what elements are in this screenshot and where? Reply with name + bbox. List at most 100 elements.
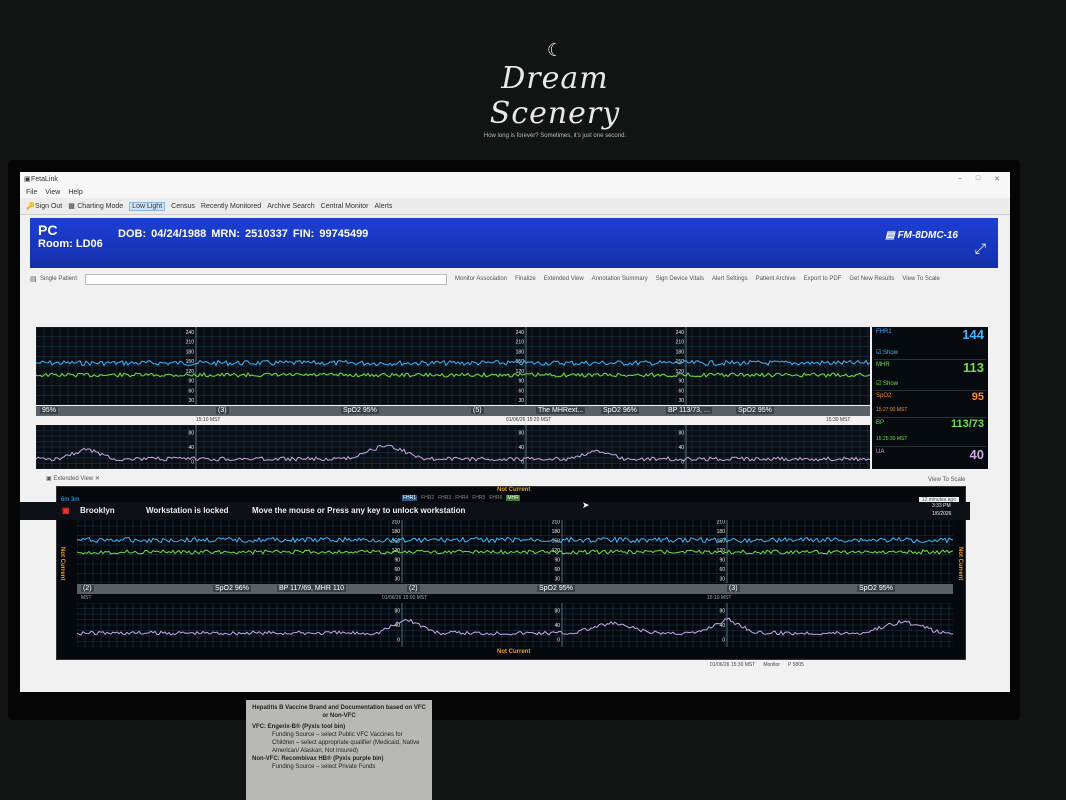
expand-icon[interactable]: ⤢ <box>975 240 986 257</box>
waveform <box>77 536 953 544</box>
patient-selector[interactable] <box>85 273 448 285</box>
tick-label: 40 <box>678 445 684 451</box>
moon-icon: ☾ <box>546 40 564 61</box>
close-button[interactable]: ✕ <box>994 175 1000 183</box>
tick-label: 40 <box>188 445 194 451</box>
annotation[interactable]: BP 117/69, MHR 110 <box>277 585 346 592</box>
waveform <box>77 549 953 555</box>
waveform <box>77 617 953 636</box>
census-button[interactable]: Census <box>171 203 195 210</box>
channel-fhr6[interactable]: FHR6 <box>489 495 502 501</box>
annotation[interactable]: (3) <box>216 407 229 414</box>
view-toolbar: ▤ Single Patient Monitor Association Fina… <box>30 272 998 286</box>
annotation[interactable]: SpO2 95% <box>537 585 575 592</box>
waveform <box>36 444 870 462</box>
low-light-label: Low Light <box>132 202 163 210</box>
not-current-right: Not Current <box>957 547 963 581</box>
bp-time: 15:25:30 MST <box>876 436 908 442</box>
taskbar-user[interactable]: Brooklyn <box>80 506 115 515</box>
annotation[interactable]: (2) <box>407 585 420 592</box>
annotation[interactable]: (2) <box>81 585 94 592</box>
menu-file[interactable]: File <box>26 189 37 196</box>
annotation[interactable]: SpO2 96% <box>601 407 639 414</box>
tick-label: 180 <box>552 529 561 535</box>
show-label: Show <box>883 350 899 356</box>
tick-label: 240 <box>516 330 525 336</box>
fhr1-label: FHR1 <box>876 329 892 335</box>
channel-fhr3[interactable]: FHR3 <box>438 495 451 501</box>
alert-settings-button[interactable]: Alert Settings <box>712 276 748 282</box>
annotation[interactable]: (5) <box>471 407 484 414</box>
export-pdf-button[interactable]: Export to PDF <box>804 276 842 282</box>
patient-ids: DOB: 04/24/1988 MRN: 2510337 FIN: 997454… <box>118 228 369 240</box>
tab-extended-view[interactable]: ▣ Extended View ✕ <box>46 475 100 482</box>
archive-search-button[interactable]: Archive Search <box>267 203 314 210</box>
tick-label: 180 <box>717 529 726 535</box>
time-axis-extended: MST 01/06/26 15:00 MST 15:10 MST <box>77 595 953 603</box>
view-to-scale-dropdown[interactable]: View To Scale <box>902 276 939 282</box>
tick-label: 180 <box>516 349 525 355</box>
status-line: 01/06/26 15:30 MST Monitor P 5805 <box>710 662 804 668</box>
recently-monitored-button[interactable]: Recently Monitored <box>201 203 261 210</box>
charting-mode-button[interactable]: ▦ Charting Mode <box>68 203 123 210</box>
channel-fhr5[interactable]: FHR5 <box>472 495 485 501</box>
tick-label: 60 <box>518 388 524 394</box>
channel-fhr2[interactable]: FHR2 <box>421 495 434 501</box>
tick-label: 60 <box>554 567 560 573</box>
mhr-label: MHR <box>876 362 890 368</box>
vitals-panel: FHR1 144 ☑ Show MHR 113 ☑ Show SpO2 95 1… <box>872 327 988 469</box>
tick-label: 210 <box>717 519 726 525</box>
patient-archive-button[interactable]: Patient Archive <box>756 276 796 282</box>
tick-label: 80 <box>188 430 194 436</box>
annotation[interactable]: SpO2 96% <box>213 585 251 592</box>
annotation[interactable]: 95% <box>40 407 59 414</box>
central-monitor-button[interactable]: Central Monitor <box>321 203 369 210</box>
not-current-left: Not Current <box>59 547 65 581</box>
bp-value: 113/73 <box>950 418 984 430</box>
annotation-summary-button[interactable]: Annotation Summary <box>592 276 648 282</box>
maximize-button[interactable]: □ <box>976 175 980 183</box>
annotation[interactable]: BP 113/73, ... <box>666 407 712 414</box>
show-label: Show <box>883 381 899 387</box>
get-new-results-button[interactable]: Get New Results <box>849 276 894 282</box>
tick-label: 30 <box>188 398 194 404</box>
channel-fhr1[interactable]: FHR1 <box>402 495 418 501</box>
channel-fhr4[interactable]: FHR4 <box>455 495 468 501</box>
menu-help[interactable]: Help <box>68 189 82 196</box>
tick-label: 180 <box>676 349 685 355</box>
unlock-message: Move the mouse or Press any key to unloc… <box>252 506 466 515</box>
annotation[interactable]: SpO2 95% <box>341 407 379 414</box>
status-datetime: 01/06/26 15:30 MST <box>710 662 756 668</box>
waveform <box>36 359 870 367</box>
single-patient-tab[interactable]: ▤ Single Patient <box>30 276 77 283</box>
extended-view-button[interactable]: Extended View <box>544 276 584 282</box>
annotation[interactable]: (3) <box>727 585 740 592</box>
time-label: 01/06/26 15:20 MST <box>506 417 552 423</box>
low-light-button[interactable]: Low Light <box>129 201 166 211</box>
tick-label: 210 <box>392 519 401 525</box>
charting-mode-label: Charting Mode <box>77 202 124 210</box>
annotation[interactable]: SpO2 95% <box>857 585 895 592</box>
alerts-button[interactable]: Alerts <box>375 203 393 210</box>
channel-mhr[interactable]: MHR <box>506 495 520 501</box>
fhr1-show-toggle[interactable]: ☑ Show <box>876 349 898 356</box>
menu-view[interactable]: View <box>45 189 60 196</box>
sign-device-vitals-button[interactable]: Sign Device Vitals <box>656 276 704 282</box>
alerts-label: Alerts <box>374 202 393 210</box>
annotation[interactable]: SpO2 95% <box>736 407 774 414</box>
tick-label: 210 <box>186 340 195 346</box>
monitor-association-button[interactable]: Monitor Association <box>455 276 507 282</box>
mhr-show-toggle[interactable]: ☑ Show <box>876 380 898 387</box>
sign-out-button[interactable]: 🔑 Sign Out <box>26 203 62 210</box>
finalize-button[interactable]: Finalize <box>515 276 536 282</box>
locked-status: Workstation is locked <box>146 506 229 515</box>
toolbar: 🔑 Sign Out ▦ Charting Mode Low Light Censu… <box>20 198 1010 215</box>
taskbar-time: 3:33 PM <box>932 503 951 509</box>
time-axis-main: 15:10 MST 01/06/26 15:20 MST 15:30 MST <box>36 417 870 425</box>
ev-view-to-scale[interactable]: View To Scale <box>928 477 965 483</box>
app-icon: ▣ <box>24 175 31 183</box>
annotation[interactable]: The MHRext... <box>536 407 586 414</box>
annotation-bar-main: 95% (3) SpO2 95% (5) The MHRext... SpO2 … <box>36 406 870 416</box>
minimize-button[interactable]: – <box>958 175 962 183</box>
tick-label: 90 <box>188 379 194 385</box>
